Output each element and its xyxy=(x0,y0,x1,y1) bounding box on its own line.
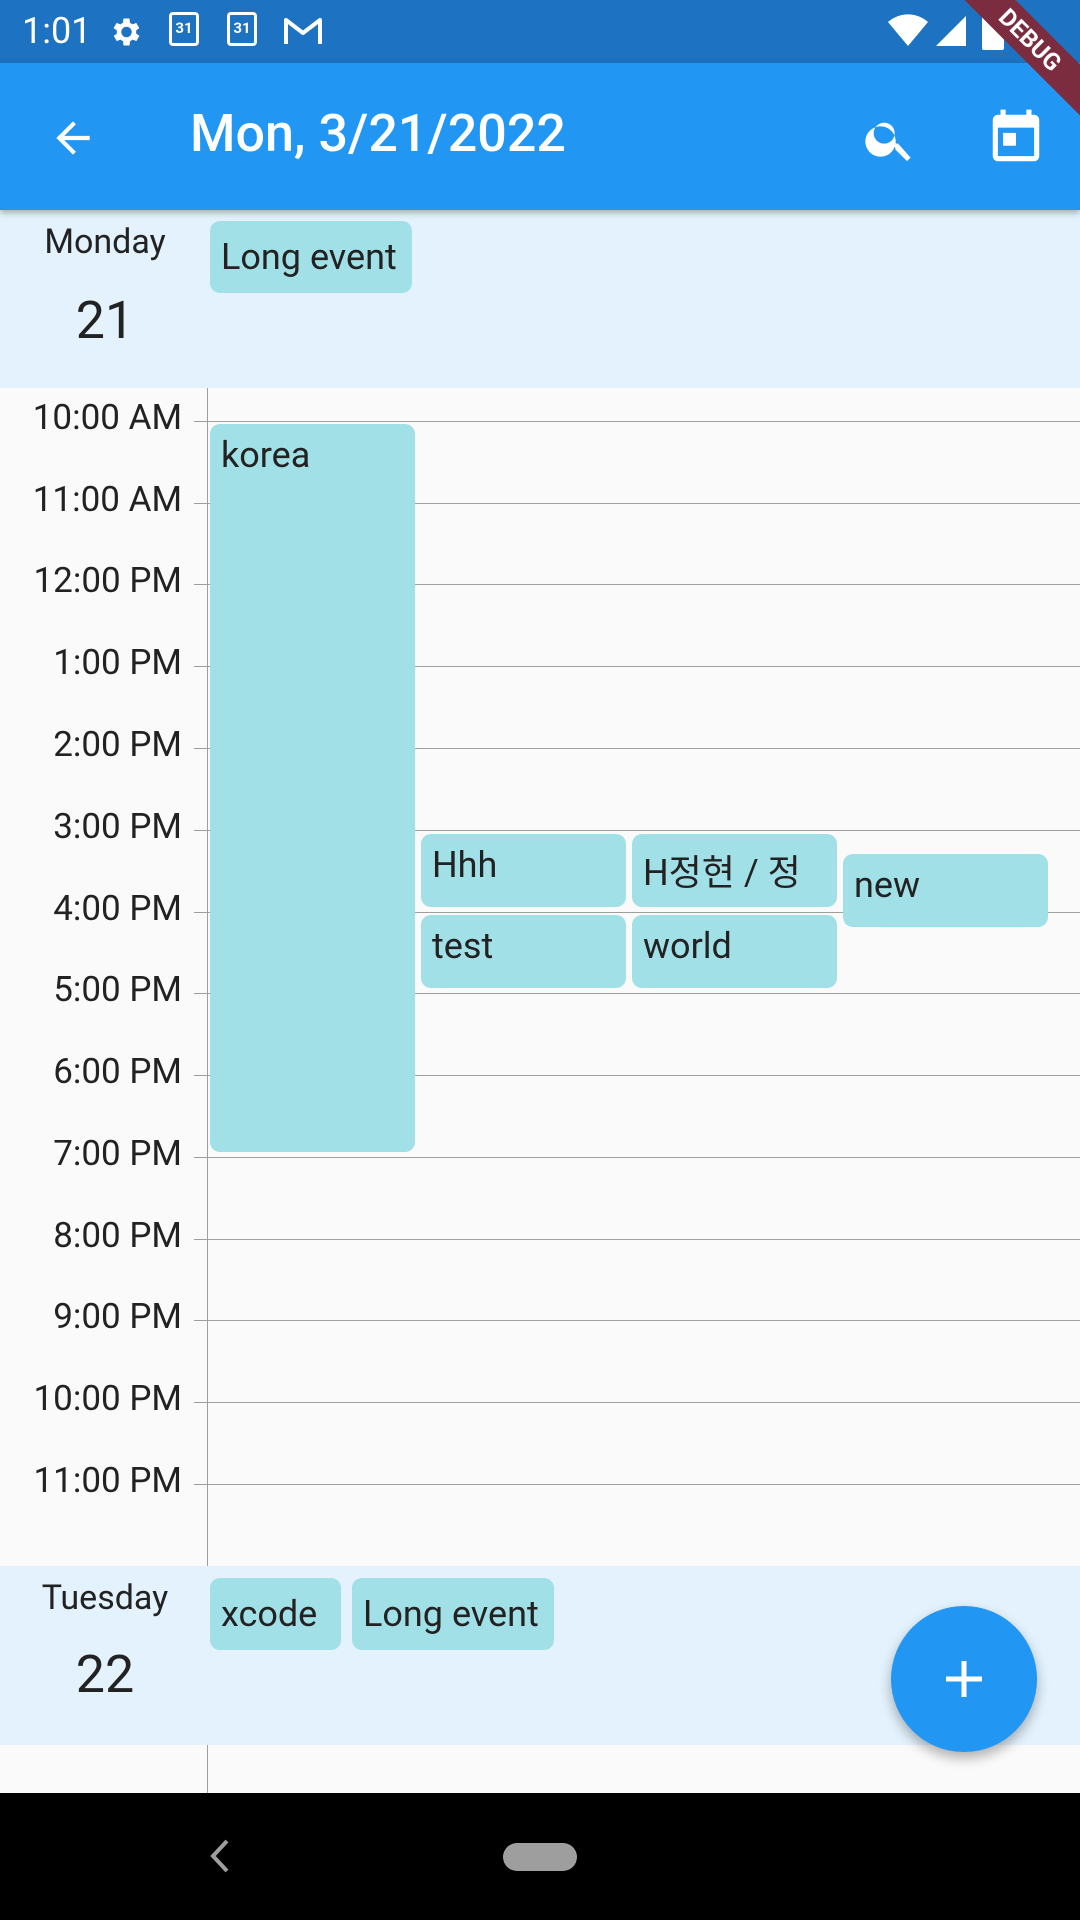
cell-signal-icon xyxy=(936,16,966,46)
back-arrow-icon[interactable] xyxy=(48,113,98,163)
calendar-icon: 31 xyxy=(169,12,199,46)
app-bar: Mon, 3/21/2022 xyxy=(0,63,1080,210)
hour-row: 3:00 PM xyxy=(0,806,1080,847)
nav-home-pill[interactable] xyxy=(503,1843,577,1871)
event-block[interactable]: Hhh xyxy=(421,834,626,907)
hour-row: 7:00 PM xyxy=(0,1133,1080,1174)
timeline: 10:00 AM 11:00 AM 12:00 PM 1:00 PM 2:00 … xyxy=(0,388,1080,1566)
hour-row: 1:00 PM xyxy=(0,642,1080,683)
hour-row: 10:00 PM xyxy=(0,1378,1080,1419)
hour-label: 3:00 PM xyxy=(53,806,182,847)
timeline-divider xyxy=(207,388,208,1566)
day-name: Tuesday xyxy=(41,1578,169,1618)
day-number: 22 xyxy=(75,1644,135,1705)
event-block[interactable]: H정현 / 정 xyxy=(632,834,837,907)
calendar-badge: 31 xyxy=(233,19,251,37)
hour-row: 2:00 PM xyxy=(0,724,1080,765)
page-title: Mon, 3/21/2022 xyxy=(190,103,566,164)
hour-row: 6:00 PM xyxy=(0,1051,1080,1092)
hour-line xyxy=(194,1320,1080,1321)
event-block[interactable]: world xyxy=(632,915,837,988)
hour-row: 12:00 PM xyxy=(0,560,1080,601)
hour-label: 2:00 PM xyxy=(53,724,182,765)
hour-label: 7:00 PM xyxy=(53,1133,182,1174)
calendar-today-icon[interactable] xyxy=(985,107,1047,169)
hour-label: 1:00 PM xyxy=(53,642,182,683)
hour-label: 11:00 PM xyxy=(33,1460,182,1501)
hour-line xyxy=(194,1239,1080,1240)
hour-label: 4:00 PM xyxy=(53,888,182,929)
add-icon xyxy=(946,1661,982,1697)
nav-back-icon[interactable] xyxy=(205,1831,235,1881)
hour-line xyxy=(194,1484,1080,1485)
hour-line xyxy=(194,1157,1080,1158)
hour-row: 9:00 PM xyxy=(0,1296,1080,1337)
system-nav-bar xyxy=(0,1793,1080,1920)
hour-line xyxy=(194,421,1080,422)
day-name: Monday xyxy=(44,222,166,262)
all-day-event[interactable]: Long event xyxy=(352,1578,554,1650)
calendar-badge: 31 xyxy=(175,19,193,37)
hour-label: 9:00 PM xyxy=(53,1296,182,1337)
hour-row: 8:00 PM xyxy=(0,1215,1080,1256)
hour-label: 6:00 PM xyxy=(53,1051,182,1092)
all-day-event[interactable]: xcode xyxy=(210,1578,341,1650)
event-block[interactable]: new xyxy=(843,854,1048,927)
hour-label: 5:00 PM xyxy=(53,969,182,1010)
add-event-button[interactable] xyxy=(891,1606,1037,1752)
hour-row: 10:00 AM xyxy=(0,397,1080,438)
day-header-monday: Monday 21 Long event xyxy=(0,210,1080,388)
hour-label: 10:00 AM xyxy=(32,397,182,438)
hour-label: 11:00 AM xyxy=(32,479,182,520)
hour-label: 8:00 PM xyxy=(53,1215,182,1256)
status-bar: 1:01 31 31 xyxy=(0,0,1080,63)
status-time: 1:01 xyxy=(22,10,92,52)
hour-row: 11:00 PM xyxy=(0,1460,1080,1501)
hour-line xyxy=(194,1402,1080,1403)
wifi-icon xyxy=(888,14,928,46)
timeline-continuation xyxy=(0,1745,1080,1793)
hour-label: 12:00 PM xyxy=(33,560,182,601)
event-block[interactable]: test xyxy=(421,915,626,988)
search-icon[interactable] xyxy=(862,111,918,167)
day-number: 21 xyxy=(75,290,135,351)
hour-row: 5:00 PM xyxy=(0,969,1080,1010)
hour-row: 11:00 AM xyxy=(0,479,1080,520)
calendar-icon: 31 xyxy=(227,12,257,46)
timeline-divider xyxy=(207,1745,208,1793)
event-block[interactable]: korea xyxy=(210,424,415,1152)
settings-icon xyxy=(113,18,140,46)
all-day-event[interactable]: Long event xyxy=(210,221,412,293)
hour-label: 10:00 PM xyxy=(33,1378,182,1419)
gmail-icon xyxy=(284,18,322,44)
